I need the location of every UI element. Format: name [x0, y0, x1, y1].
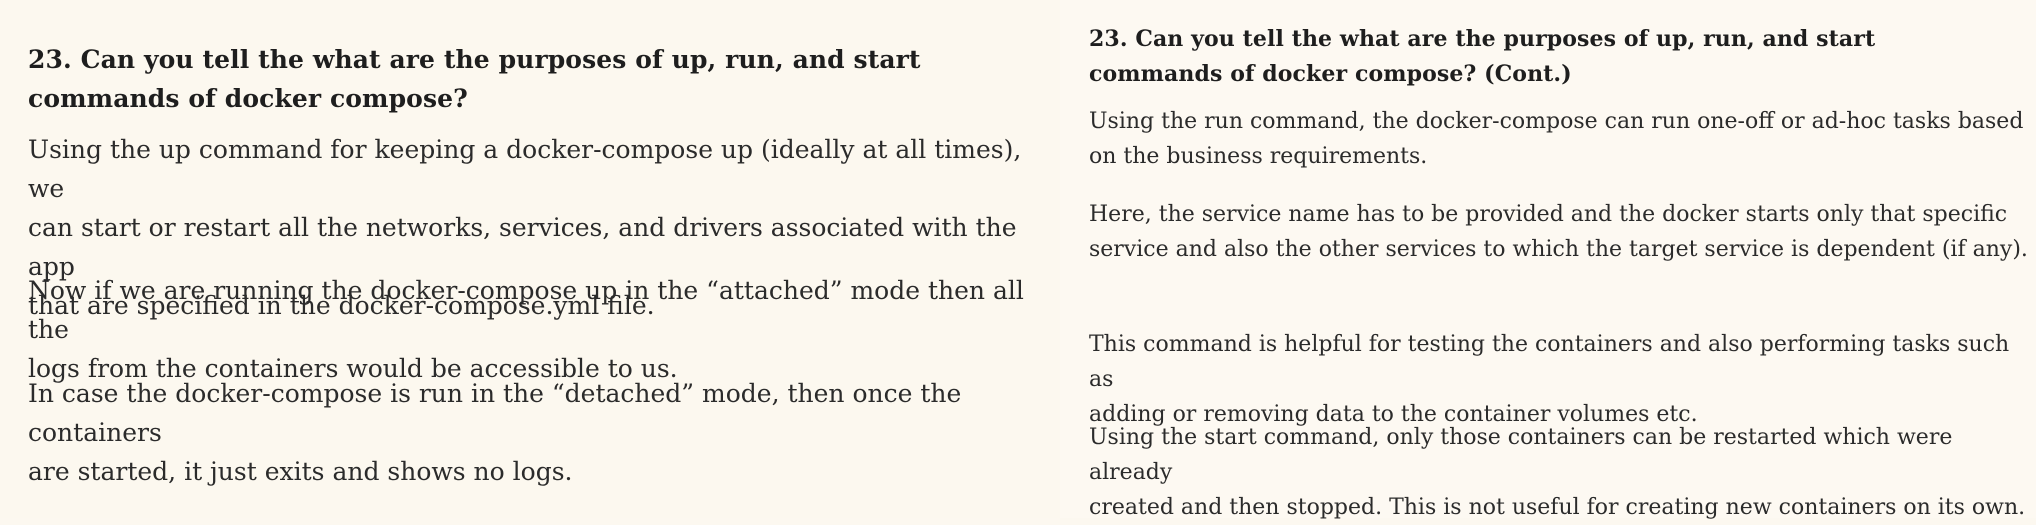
left-paragraph-detached-mode: In case the docker-compose is run in the…: [28, 379, 962, 486]
left-paragraph-attached-mode: Now if we are running the docker-compose…: [28, 276, 1024, 383]
left-page-heading: 23. Can you tell the what are the purpos…: [28, 45, 921, 113]
right-page: 23. Can you tell the what are the purpos…: [1060, 0, 2036, 520]
right-page-heading: 23. Can you tell the what are the purpos…: [1089, 26, 1876, 87]
right-paragraph-start-command: Using the start command, only those cont…: [1089, 425, 2026, 520]
right-paragraph-testing: This command is helpful for testing the …: [1089, 332, 2010, 427]
left-page: 23. Can you tell the what are the purpos…: [0, 0, 1060, 518]
right-paragraph-service-name: Here, the service name has to be provide…: [1089, 202, 2028, 262]
right-paragraph-run-command: Using the run command, the docker-compos…: [1089, 109, 2024, 169]
